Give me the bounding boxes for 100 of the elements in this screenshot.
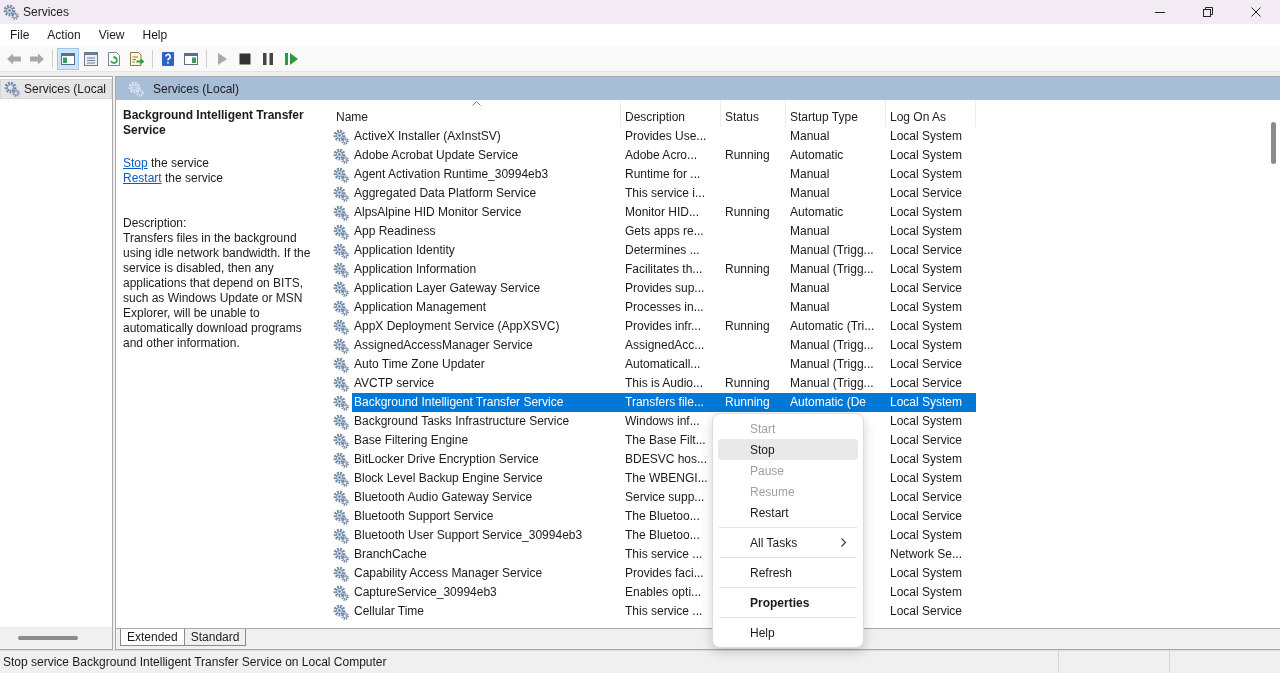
view-tab[interactable]: Standard <box>183 629 247 646</box>
service-action-link[interactable]: Restart <box>123 171 162 185</box>
table-cell[interactable]: Auto Time Zone Updater <box>352 355 621 374</box>
tree-item[interactable]: Services (Local <box>0 79 112 99</box>
context-menu-item[interactable]: Stop <box>718 439 858 460</box>
table-cell-text: Local System <box>889 527 964 544</box>
table-cell[interactable]: Bluetooth Audio Gateway Service <box>352 488 621 507</box>
pane-title: Services (Local) <box>153 81 240 96</box>
gear-icon <box>333 584 349 601</box>
table-cell[interactable]: AppX Deployment Service (AppXSVC) <box>352 317 621 336</box>
table-cell-text: Local System <box>889 204 964 221</box>
table-cell-text: AssignedAcc... <box>624 337 706 354</box>
view-tab[interactable]: Extended <box>120 629 185 646</box>
table-cell-text: The Base Filt... <box>624 432 707 449</box>
context-menu-item[interactable]: Help <box>718 622 858 643</box>
table-cell[interactable]: CaptureService_30994eb3 <box>352 583 621 602</box>
menu-bar-item[interactable]: Help <box>135 26 175 44</box>
table-cell-text: Local Service <box>889 356 964 373</box>
gear-icon <box>333 242 349 259</box>
chevron-right-icon <box>841 538 846 547</box>
context-menu-item[interactable]: Refresh <box>718 562 858 583</box>
table-cell[interactable]: AVCTP service <box>352 374 621 393</box>
table-cell[interactable]: BranchCache <box>352 545 621 564</box>
table-cell-text: Manual (Trigg... <box>789 375 875 392</box>
table-cell[interactable]: Block Level Backup Engine Service <box>352 469 621 488</box>
help-icon <box>160 50 176 67</box>
table-cell-text: Automatic <box>789 147 845 164</box>
menu-bar-item[interactable]: View <box>91 26 132 44</box>
table-cell[interactable]: Bluetooth User Support Service_30994eb3 <box>352 526 621 545</box>
table-cell-text: Local Service <box>889 508 964 525</box>
table-cell-text: Running <box>724 147 771 164</box>
table-cell-text: Local System <box>889 318 964 335</box>
table-cell-text: This service ... <box>624 546 704 563</box>
table-cell[interactable]: Application Management <box>352 298 621 317</box>
menu-bar-item[interactable]: File <box>3 26 37 44</box>
gear-icon <box>333 508 349 525</box>
table-cell[interactable]: Capability Access Manager Service <box>352 564 621 583</box>
gear-icon <box>333 280 349 297</box>
gear-icon <box>333 299 349 316</box>
table-cell: Local System <box>886 393 976 412</box>
table-cell[interactable]: Agent Activation Runtime_30994eb3 <box>352 165 621 184</box>
context-menu-item[interactable]: All Tasks <box>718 532 858 553</box>
table-cell-text: Enables opti... <box>624 584 703 601</box>
gear-icon <box>333 489 349 506</box>
column-header[interactable]: Status <box>721 100 786 127</box>
table-cell[interactable]: Application Layer Gateway Service <box>352 279 621 298</box>
gear-icon <box>333 394 349 411</box>
table-cell-text: Monitor HID... <box>624 204 700 221</box>
context-menu-item[interactable]: Properties <box>718 592 858 613</box>
scrollbar-thumb[interactable] <box>18 636 78 640</box>
table-cell-text: Manual <box>789 280 831 297</box>
table-cell-text: Local Service <box>889 432 964 449</box>
column-header[interactable]: Description <box>621 100 721 127</box>
table-cell-text: Running <box>724 261 771 278</box>
gear-icon <box>333 375 349 392</box>
table-cell-text: Manual (Trigg... <box>789 261 875 278</box>
table-cell-text: Runtime for ... <box>624 166 702 183</box>
table-cell-text: Automatic (Tri... <box>789 318 876 335</box>
table-cell[interactable]: Background Tasks Infrastructure Service <box>352 412 621 431</box>
menu-bar-item[interactable]: Action <box>40 26 88 44</box>
gear-icon <box>333 546 349 563</box>
table-cell[interactable]: AlpsAlpine HID Monitor Service <box>352 203 621 222</box>
table-cell[interactable]: Application Information <box>352 260 621 279</box>
gear-icon <box>4 81 20 97</box>
table-cell-text: Local Service <box>889 280 964 297</box>
table-cell-text: Local Service <box>889 185 964 202</box>
context-menu-item[interactable]: Restart <box>718 502 858 523</box>
table-cell[interactable]: AssignedAccessManager Service <box>352 336 621 355</box>
service-action-link[interactable]: Stop <box>123 156 148 170</box>
table-cell[interactable]: App Readiness <box>352 222 621 241</box>
column-header[interactable]: Startup Type <box>786 100 886 127</box>
table-cell-text: Local System <box>889 470 964 487</box>
table-cell[interactable]: Background Intelligent Transfer Service <box>352 393 621 412</box>
window-right-pane-icon <box>183 50 199 67</box>
table-cell[interactable]: Adobe Acrobat Update Service <box>352 146 621 165</box>
gear-icon <box>333 356 349 373</box>
table-cell: Transfers file... <box>621 393 721 412</box>
table-cell[interactable]: Aggregated Data Platform Service <box>352 184 621 203</box>
column-header[interactable]: Log On As <box>886 100 976 127</box>
gear-icon <box>3 4 19 20</box>
gear-icon <box>128 80 144 97</box>
table-cell-text: Service supp... <box>624 489 706 506</box>
gear-icon <box>333 166 349 183</box>
table-cell[interactable]: Base Filtering Engine <box>352 431 621 450</box>
gear-icon <box>333 565 349 582</box>
table-cell[interactable]: BitLocker Drive Encryption Service <box>352 450 621 469</box>
restore-icon <box>1203 7 1213 17</box>
table-cell[interactable]: Application Identity <box>352 241 621 260</box>
table-cell[interactable]: Bluetooth Support Service <box>352 507 621 526</box>
gear-icon <box>333 318 349 335</box>
toolbar-button[interactable] <box>57 47 79 70</box>
scrollbar-thumb[interactable] <box>1270 122 1276 164</box>
table-cell-text: This service i... <box>624 185 706 202</box>
table-cell[interactable]: Cellular Time <box>352 602 621 621</box>
table-cell-text: This service ... <box>624 603 704 620</box>
gear-icon <box>333 527 349 544</box>
table-cell[interactable]: ActiveX Installer (AxInstSV) <box>352 127 621 146</box>
table-cell-text: Local System <box>889 147 964 164</box>
column-header[interactable]: Name <box>333 100 621 127</box>
table-cell-text: Local Service <box>889 603 964 620</box>
